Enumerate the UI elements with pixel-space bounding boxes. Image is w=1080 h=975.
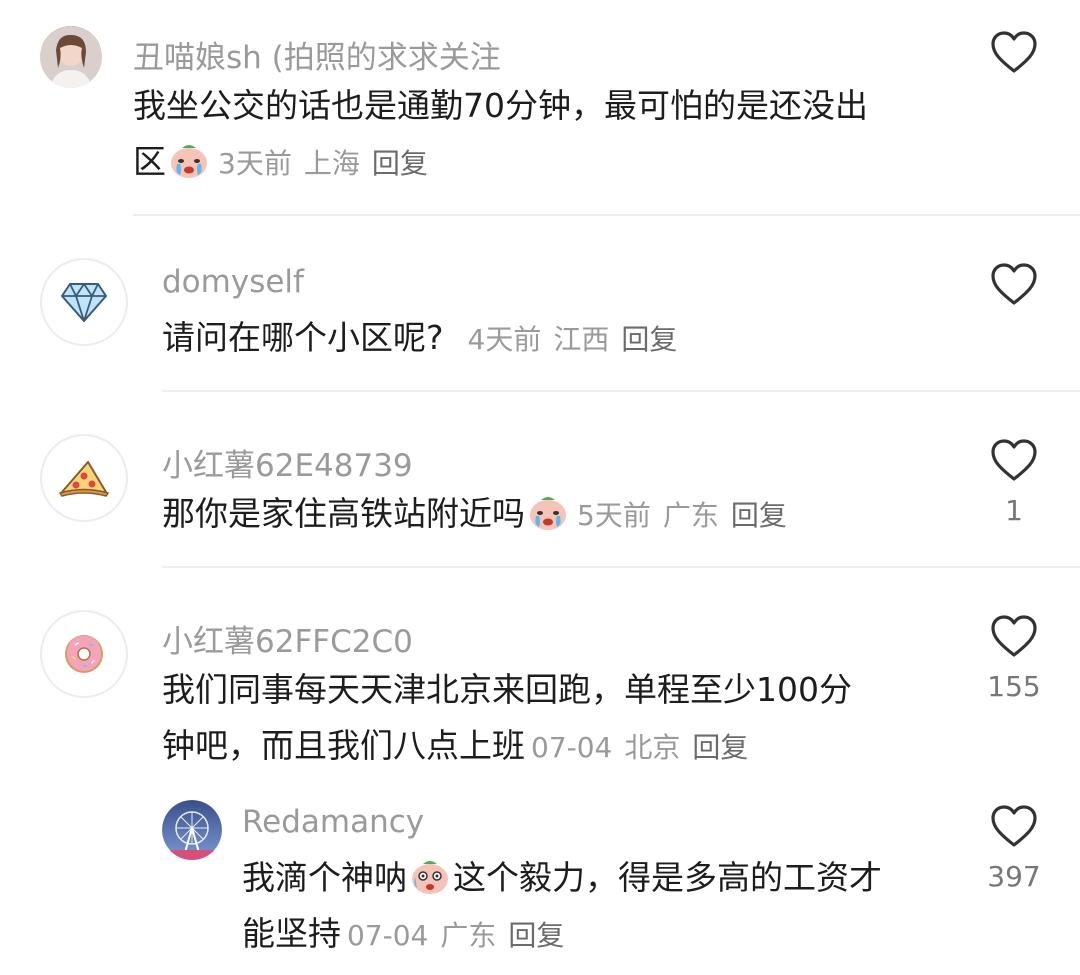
avatar[interactable] xyxy=(162,800,222,860)
comment-time: 07-04 xyxy=(531,731,613,764)
comment-time: 5天前 xyxy=(577,499,651,532)
comment-text-line: 能坚持 xyxy=(242,914,341,953)
username[interactable]: 丑喵娘sh (拍照的求求关注 xyxy=(133,32,501,77)
comment-item: domyself 请问在哪个小区呢? 4天前 江西 回复 xyxy=(0,216,1080,391)
comment-time: 07-04 xyxy=(347,919,429,952)
like-button[interactable]: 397 xyxy=(987,804,1041,893)
avatar[interactable] xyxy=(40,610,128,698)
avatar[interactable] xyxy=(40,26,102,88)
comment-text: 那你是家住高铁站附近吗 5天前 广东 回复 xyxy=(162,486,787,544)
comment-item: 小红薯62E48739 那你是家住高铁站附近吗 5天前 广东 回复 1 xyxy=(0,392,1080,567)
comment-time: 4天前 xyxy=(467,323,542,356)
reply-button[interactable]: 回复 xyxy=(621,323,677,356)
comment-text-line: 我们同事每天天津北京来回跑，单程至少100分 xyxy=(162,670,852,709)
comment-text: 我滴个神呐 这个毅力，得是多高的工资才 能坚持 07-04 广东 回复 xyxy=(242,850,882,964)
heart-icon xyxy=(990,262,1038,306)
comment-meta: 07-04 北京 回复 xyxy=(531,731,748,764)
comment-meta: 4天前 江西 回复 xyxy=(468,323,678,356)
comment-text: 我坐公交的话也是通勤70分钟，最可怕的是还没出 区 3天前 上海 回复 xyxy=(133,78,868,192)
comment-meta: 3天前 上海 回复 xyxy=(218,147,428,180)
heart-icon xyxy=(990,30,1038,74)
comment-text-line: 这个毅力，得是多高的工资才 xyxy=(453,858,882,897)
reply-button[interactable]: 回复 xyxy=(692,731,748,764)
donut-icon xyxy=(65,635,103,673)
comment-location: 广东 xyxy=(662,499,719,532)
heart-icon xyxy=(990,804,1038,848)
comment-item: 小红薯62FFC2C0 我们同事每天天津北京来回跑，单程至少100分 钟吧，而且… xyxy=(0,568,1080,788)
heart-icon xyxy=(990,614,1038,658)
diamond-icon xyxy=(61,283,107,322)
pizza-icon xyxy=(58,461,110,497)
crying-face-icon xyxy=(168,139,210,181)
avatar[interactable] xyxy=(40,258,128,346)
reply-button[interactable]: 回复 xyxy=(372,147,428,180)
comment-text: 我们同事每天天津北京来回跑，单程至少100分 钟吧，而且我们八点上班 07-04 北… xyxy=(162,662,852,776)
comment-location: 上海 xyxy=(303,147,360,180)
username[interactable]: Redamancy xyxy=(242,804,424,840)
like-count: 397 xyxy=(987,860,1041,893)
reply-button[interactable]: 回复 xyxy=(508,919,564,952)
avatar[interactable] xyxy=(40,434,128,522)
comment-item: 丑喵娘sh (拍照的求求关注 我坐公交的话也是通勤70分钟，最可怕的是还没出 区… xyxy=(0,0,1080,215)
like-button[interactable] xyxy=(990,262,1038,306)
like-button[interactable] xyxy=(990,30,1038,74)
comment-location: 江西 xyxy=(553,323,610,356)
username[interactable]: 小红薯62FFC2C0 xyxy=(162,616,413,661)
comment-text-line: 请问在哪个小区呢? xyxy=(162,318,444,357)
username[interactable]: 小红薯62E48739 xyxy=(162,440,413,485)
username[interactable]: domyself xyxy=(162,264,304,300)
like-count: 1 xyxy=(1005,494,1023,527)
comment-text-line: 那你是家住高铁站附近吗 xyxy=(162,494,525,533)
comment-meta: 5天前 广东 回复 xyxy=(577,499,787,532)
comment-text-line: 钟吧，而且我们八点上班 xyxy=(162,726,525,765)
like-button[interactable]: 1 xyxy=(990,438,1038,527)
heart-icon xyxy=(990,438,1038,482)
comment-location: 广东 xyxy=(440,919,497,952)
shocked-face-icon xyxy=(409,855,451,897)
comment-time: 3天前 xyxy=(218,147,292,180)
comment-text-line: 我滴个神呐 xyxy=(242,858,407,897)
comment-location: 北京 xyxy=(624,731,681,764)
like-count: 155 xyxy=(987,670,1041,703)
crying-face-icon xyxy=(527,491,569,533)
comment-text: 请问在哪个小区呢? 4天前 江西 回复 xyxy=(162,310,677,368)
like-button[interactable]: 155 xyxy=(987,614,1041,703)
comment-text-line: 我坐公交的话也是通勤70分钟，最可怕的是还没出 xyxy=(133,86,868,125)
comment-text-line: 区 xyxy=(133,142,166,181)
reply-button[interactable]: 回复 xyxy=(731,499,787,532)
ferris-wheel-icon xyxy=(162,800,222,860)
reply-item: Redamancy 我滴个神呐 这个毅力，得是多高的工资才 能坚持 07-04 广东回… xyxy=(0,790,1080,975)
comment-meta: 07-04 广东 回复 xyxy=(347,919,564,952)
